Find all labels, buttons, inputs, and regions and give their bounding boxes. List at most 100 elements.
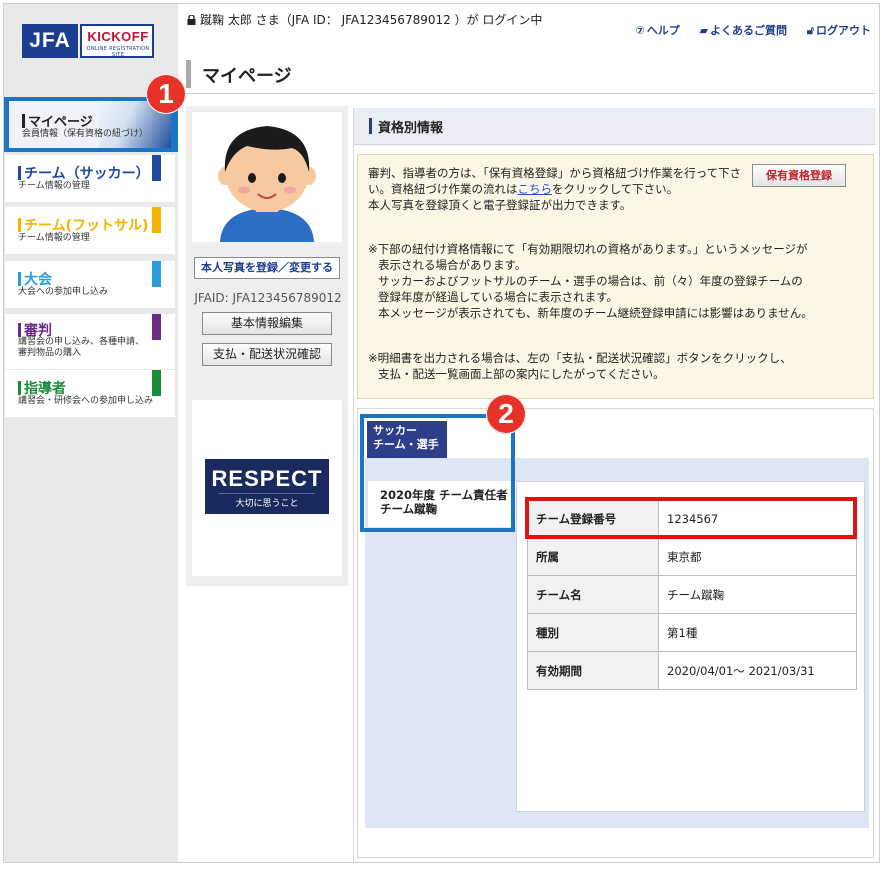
- notice-text: 表示される場合があります。: [378, 258, 527, 272]
- top-nav: ⑦ ヘルプ ▰ よくあるご質問 🔓︎ ログアウト: [619, 22, 871, 38]
- row-label: 種別: [527, 613, 659, 652]
- sidebar-item-sub: 会員情報（保有資格の紐づけ）: [22, 129, 149, 139]
- table-row: チーム登録番号 1234567: [527, 499, 857, 538]
- row-label: 所属: [527, 537, 659, 576]
- title-accent: [186, 60, 191, 88]
- item-bar: [18, 381, 21, 395]
- sidebar-item-sub: チーム情報の管理: [18, 181, 90, 191]
- row-value: 1234567: [658, 499, 857, 538]
- sidebar-item-label: 指導者: [24, 381, 66, 397]
- tab-soccer-team-player[interactable]: サッカー チーム・選手: [367, 421, 447, 458]
- holding-qualification-button[interactable]: 保有資格登録: [752, 164, 846, 187]
- notice-intro: 審判、指導者の方は、「保有資格登録」から資格紐づけ作業を行って下さい。資格紐づけ…: [368, 165, 743, 213]
- logout-link[interactable]: 🔓︎ ログアウト: [807, 24, 871, 37]
- item-bar: [18, 218, 21, 232]
- row-label: チーム名: [527, 575, 659, 614]
- register-photo-button[interactable]: 本人写真を登録／変更する: [194, 257, 340, 279]
- logo-tagline: ONLINE REGISTRATION SITE: [86, 46, 150, 58]
- notice-text: ※明細書を出力される場合は、左の「支払・配送状況確認」ボタンをクリックし、: [368, 351, 792, 365]
- step-badge-2: 2: [486, 394, 526, 434]
- row-label: チーム登録番号: [527, 499, 659, 538]
- help-link[interactable]: ⑦ ヘルプ: [635, 24, 679, 37]
- lock-icon: [187, 15, 196, 25]
- row-value: 第1種: [658, 613, 857, 652]
- avatar-illustration-icon: [218, 126, 316, 242]
- logo-kickoff-text: KICKOFF: [87, 29, 149, 44]
- jfa-id: JFAID: JFA123456789012: [194, 291, 342, 305]
- sidebar-item-tournament[interactable]: 大会 大会への参加申し込み: [5, 261, 175, 308]
- notice-text: 本人写真を登録頂くと電子登録証が出力できます。: [368, 198, 632, 212]
- row-value: チーム蹴鞠: [658, 575, 857, 614]
- role-card[interactable]: 2020年度 チーム責任者 チーム蹴鞠: [368, 481, 516, 527]
- row-label: 有効期間: [527, 651, 659, 690]
- sidebar-item-sub: チーム情報の管理: [18, 233, 90, 243]
- help-label: ヘルプ: [646, 24, 680, 37]
- logout-label: ログアウト: [816, 24, 871, 37]
- notice-text: サッカーおよびフットサルのチーム・選手の場合は、前（々）年度の登録チームの: [378, 274, 803, 288]
- section-title: 資格別情報: [378, 121, 444, 136]
- respect-banner[interactable]: RESPECT 大切に思うこと: [205, 459, 329, 514]
- flow-link[interactable]: こちら: [518, 182, 553, 196]
- notice-text: 登録年度が経過している場合に表示されます。: [378, 290, 619, 304]
- item-bar: [18, 272, 21, 286]
- page-title: マイページ: [202, 66, 292, 87]
- table-row: 有効期間 2020/04/01～ 2021/03/31: [527, 651, 857, 690]
- faq-icon: ▰: [699, 24, 709, 37]
- tab-label: サッカー: [373, 424, 417, 437]
- respect-banner-area: RESPECT 大切に思うこと: [192, 400, 342, 576]
- team-info-table: チーム登録番号 1234567 所属 東京都 チーム名 チーム蹴鞠 種別 第1種 有効期…: [527, 499, 857, 690]
- notice-text: ※下部の紐付け資格情報にて「有効期限切れの資格があります。」というメッセージが: [368, 242, 808, 256]
- jfa-kickoff-logo[interactable]: JFA KICKOFF ONLINE REGISTRATION SITE: [22, 24, 154, 58]
- role-team: チーム蹴鞠: [380, 502, 438, 516]
- sidebar-item-sub: 審判物品の購入: [18, 348, 82, 358]
- payment-status-button[interactable]: 支払・配送状況確認: [202, 343, 332, 366]
- avatar: [192, 112, 342, 242]
- sidebar-item-sub: 講習会・研修会への参加申し込み: [18, 396, 154, 406]
- sidebar-item-coach[interactable]: 指導者 講習会・研修会への参加申し込み: [5, 370, 175, 417]
- table-row: 種別 第1種: [527, 613, 857, 652]
- row-value: 2020/04/01～ 2021/03/31: [658, 651, 857, 690]
- role-title: 2020年度 チーム責任者: [380, 488, 508, 502]
- respect-title: RESPECT: [211, 466, 323, 491]
- respect-subtitle: 大切に思うこと: [219, 493, 315, 509]
- bookmark-flag-icon: [152, 207, 161, 238]
- table-row: 所属 東京都: [527, 537, 857, 576]
- section-header: 資格別情報: [354, 108, 876, 145]
- help-icon: ⑦: [635, 24, 645, 37]
- notice-expired: ※下部の紐付け資格情報にて「有効期限切れの資格があります。」というメッセージが …: [368, 241, 863, 321]
- row-value: 東京都: [658, 537, 857, 576]
- faq-label: よくあるご質問: [710, 24, 788, 37]
- sidebar-item-sub: 大会への参加申し込み: [18, 287, 109, 297]
- sidebar-item-team-soccer[interactable]: チーム（サッカー） チーム情報の管理: [5, 155, 175, 202]
- section-accent: [369, 118, 372, 134]
- notice-text: をクリックして下さい。: [552, 182, 679, 196]
- item-bar: [18, 166, 21, 180]
- logout-icon: 🔓︎: [806, 24, 814, 37]
- edit-basic-info-button[interactable]: 基本情報編集: [202, 312, 332, 335]
- page-title-bar: マイページ: [186, 56, 876, 94]
- sidebar-item-label: チーム（サッカー）: [24, 166, 150, 182]
- notice-text: 本メッセージが表示されても、新年度のチーム継続登録申請には影響はありません。: [378, 306, 813, 320]
- tab-label: チーム・選手: [373, 438, 439, 451]
- logo-jfa-text: JFA: [22, 24, 78, 58]
- bookmark-flag-icon: [152, 370, 161, 401]
- sidebar-item-sub: 講習会の申し込み、各種申請、: [18, 337, 145, 347]
- sidebar-item-referee[interactable]: 審判 講習会の申し込み、各種申請、 審判物品の購入: [5, 314, 175, 369]
- table-row: チーム名 チーム蹴鞠: [527, 575, 857, 614]
- login-user-text: 蹴鞠 太郎 さま（JFA ID： JFA123456789012 ）が ログイン…: [200, 13, 543, 27]
- sidebar-item-team-futsal[interactable]: チーム(フットサル) チーム情報の管理: [5, 207, 175, 254]
- sidebar-item-label: 大会: [24, 272, 52, 288]
- logo-kickoff-box: KICKOFF ONLINE REGISTRATION SITE: [80, 24, 154, 58]
- bookmark-flag-icon: [152, 155, 161, 186]
- notice-statement: ※明細書を出力される場合は、左の「支払・配送状況確認」ボタンをクリックし、 支払…: [368, 350, 863, 382]
- login-status: 蹴鞠 太郎 さま（JFA ID： JFA123456789012 ）が ログイン…: [187, 11, 542, 28]
- notice-box: 審判、指導者の方は、「保有資格登録」から資格紐づけ作業を行って下さい。資格紐づけ…: [357, 154, 874, 399]
- faq-link[interactable]: ▰ よくあるご質問: [700, 24, 787, 37]
- step-badge-1: 1: [146, 74, 186, 114]
- sidebar-item-label: マイページ: [28, 115, 93, 130]
- bookmark-flag-icon: [152, 314, 161, 345]
- item-bar: [22, 114, 25, 128]
- notice-text: 支払・配送一覧画面上部の案内にしたがってください。: [378, 367, 665, 381]
- bookmark-flag-icon: [152, 261, 161, 292]
- sidebar-item-label: チーム(フットサル): [24, 218, 149, 234]
